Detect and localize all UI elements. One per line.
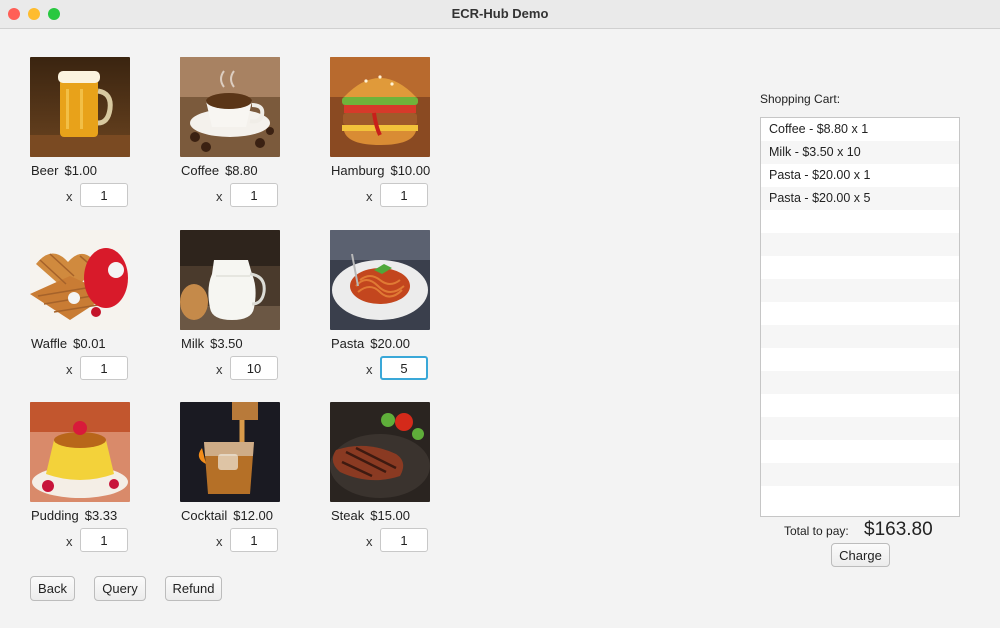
waffle-icon <box>30 230 130 330</box>
product-name: Steak <box>331 508 365 523</box>
product-cocktail: Cocktail $12.00 x <box>180 402 280 552</box>
hamburg-quantity-input[interactable] <box>380 183 428 207</box>
cart-item[interactable]: Pasta - $20.00 x 5 <box>761 187 959 210</box>
cocktail-quantity-input[interactable] <box>230 528 278 552</box>
steak-quantity-input[interactable] <box>380 528 428 552</box>
multiplier-label: x <box>366 534 373 549</box>
product-pasta: Pasta $20.00 x <box>330 230 430 380</box>
total-amount: $163.80 <box>864 519 933 540</box>
cart-empty-row <box>761 348 959 371</box>
charge-button[interactable]: Charge <box>831 543 890 567</box>
cart-empty-row <box>761 210 959 233</box>
product-price: $15.00 <box>370 508 411 523</box>
app-window: ECR-Hub Demo Beer $1.00 x 1 Coffee $8.80… <box>0 0 1000 628</box>
product-waffle: Waffle $0.01 x <box>30 230 130 380</box>
cocktail-glass-icon <box>180 402 280 502</box>
multiplier-label: x <box>66 189 73 204</box>
multiplier-label: x <box>366 189 373 204</box>
pudding-quantity-input[interactable] <box>80 528 128 552</box>
milk-quantity-input[interactable] <box>230 356 278 380</box>
milk-jug-icon <box>180 230 280 330</box>
product-name: Beer <box>31 163 59 178</box>
product-price: $3.50 <box>210 336 243 351</box>
cart-empty-row <box>761 302 959 325</box>
back-button[interactable]: Back <box>30 576 75 601</box>
product-price: $20.00 <box>370 336 411 351</box>
pasta-plate-icon <box>330 230 430 330</box>
product-name: Coffee <box>181 163 220 178</box>
product-name: Milk <box>181 336 205 351</box>
pasta-quantity-input[interactable] <box>380 356 428 380</box>
product-coffee: Coffee $8.80 x <box>180 57 280 207</box>
waffle-quantity-input[interactable] <box>80 356 128 380</box>
beer-quantity-input[interactable] <box>80 183 128 207</box>
product-beer: Beer $1.00 x <box>30 57 130 207</box>
multiplier-label: x <box>216 534 223 549</box>
cart-empty-row <box>761 394 959 417</box>
cart-item[interactable]: Pasta - $20.00 x 1 <box>761 164 959 187</box>
window-title: ECR-Hub Demo <box>451 6 549 21</box>
cart-empty-row <box>761 371 959 394</box>
title-bar: ECR-Hub Demo <box>0 0 1000 29</box>
multiplier-label: x <box>216 362 223 377</box>
cart-empty-row <box>761 486 959 509</box>
cart-empty-row <box>761 440 959 463</box>
multiplier-label: x <box>216 189 223 204</box>
cart-empty-row <box>761 325 959 348</box>
cart-empty-row <box>761 233 959 256</box>
product-hamburg: Hamburg $10.00 x <box>330 57 430 207</box>
product-name: Waffle <box>31 336 68 351</box>
cart-label: Shopping Cart: <box>760 92 841 106</box>
product-name: Hamburg <box>331 163 385 178</box>
cart-empty-row <box>761 279 959 302</box>
hamburger-icon <box>330 57 430 157</box>
pudding-icon <box>30 402 130 502</box>
product-price: $0.01 <box>73 336 106 351</box>
product-name: Cocktail <box>181 508 228 523</box>
product-price: $12.00 <box>233 508 274 523</box>
multiplier-label: x <box>66 362 73 377</box>
refund-button[interactable]: Refund <box>165 576 222 601</box>
cart-item[interactable]: Coffee - $8.80 x 1 <box>761 118 959 141</box>
cart-item[interactable]: Milk - $3.50 x 10 <box>761 141 959 164</box>
cart-empty-row <box>761 417 959 440</box>
cart-empty-row <box>761 463 959 486</box>
query-button[interactable]: Query <box>94 576 146 601</box>
product-milk: Milk $3.50 x <box>180 230 280 380</box>
total-label: Total to pay: <box>784 524 849 538</box>
product-steak: Steak $15.00 x <box>330 402 430 552</box>
product-name: Pasta <box>331 336 365 351</box>
product-price: $3.33 <box>84 508 118 523</box>
steak-icon <box>330 402 430 502</box>
cart-empty-row <box>761 256 959 279</box>
product-name: Pudding <box>31 508 79 523</box>
product-price: $10.00 <box>390 163 431 178</box>
product-price: $1.00 <box>64 163 98 178</box>
multiplier-label: x <box>66 534 73 549</box>
multiplier-label: x <box>366 362 373 377</box>
product-price: $8.80 <box>225 163 258 178</box>
product-pudding: Pudding $3.33 x <box>30 402 130 552</box>
coffee-quantity-input[interactable] <box>230 183 278 207</box>
cart-list[interactable]: Coffee - $8.80 x 1 Milk - $3.50 x 10 Pas… <box>760 117 960 517</box>
coffee-cup-icon <box>180 57 280 157</box>
beer-mug-icon <box>30 57 130 157</box>
